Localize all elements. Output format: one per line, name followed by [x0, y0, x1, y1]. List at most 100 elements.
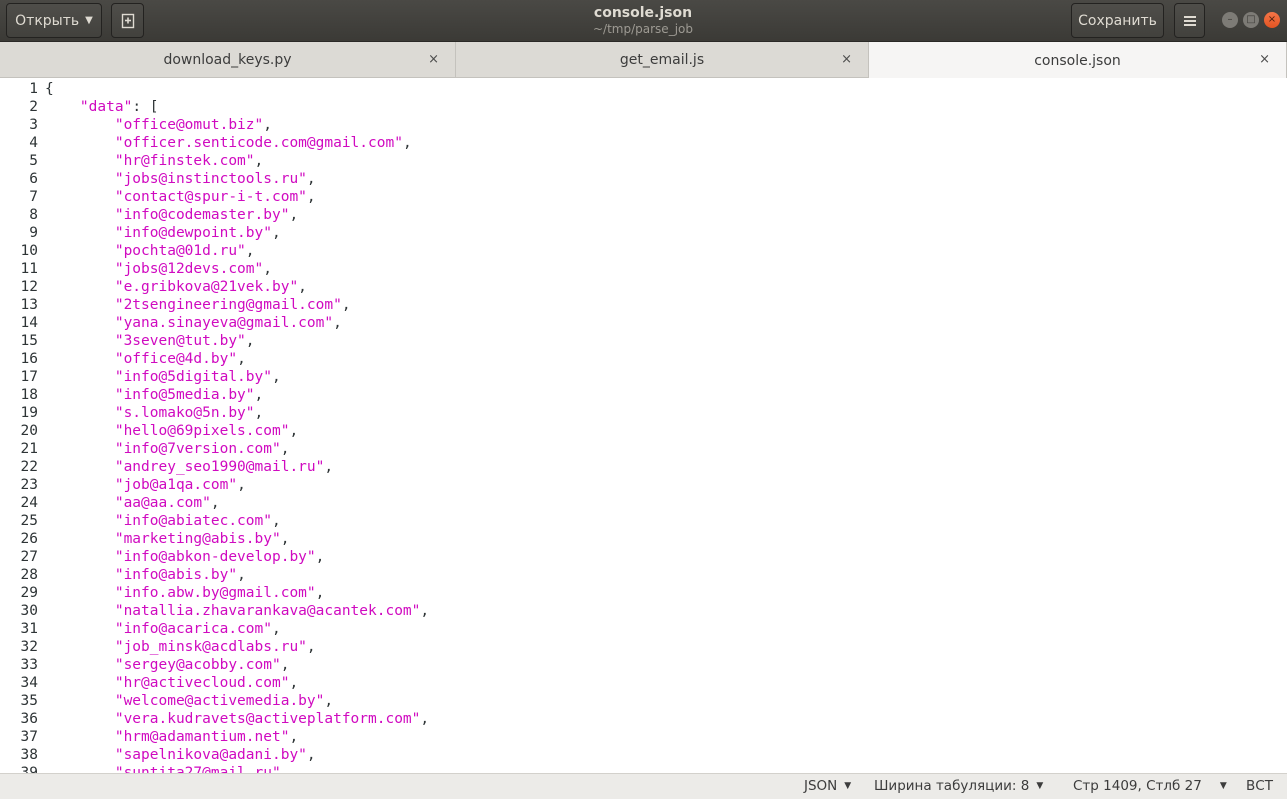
chevron-down-icon: ▼: [1219, 781, 1227, 791]
code-line: 27 "info@abkon-develop.by",: [0, 548, 1287, 566]
code-line: 10 "pochta@01d.ru",: [0, 242, 1287, 260]
code-line: 18 "info@5media.by",: [0, 386, 1287, 404]
tab-width-selector[interactable]: Ширина табуляции: 8 ▼: [874, 778, 1043, 794]
code-line: 15 "3seven@tut.by",: [0, 332, 1287, 350]
code-line: 19 "s.lomako@5n.by",: [0, 404, 1287, 422]
line-code: "hr@finstek.com",: [114, 153, 264, 169]
tab-console-json[interactable]: console.json ×: [869, 42, 1287, 79]
tab-label: get_email.js: [619, 52, 705, 68]
chevron-down-icon: ▼: [844, 781, 852, 791]
save-button[interactable]: Сохранить: [1071, 3, 1164, 38]
tab-label: console.json: [1034, 52, 1121, 69]
code-editor[interactable]: 1{2 "data": [3 "office@omut.biz", 4 "offi…: [0, 78, 1287, 773]
insert-mode-indicator[interactable]: ВСТ: [1246, 778, 1273, 794]
code-line: 4 "officer.senticode.com@gmail.com",: [0, 134, 1287, 152]
window-title: console.json: [593, 5, 693, 21]
line-number: 24: [20, 495, 38, 511]
line-code: "jobs@instinctools.ru",: [114, 171, 316, 187]
line-number: 7: [29, 189, 38, 205]
open-button-label: Открыть: [15, 12, 80, 29]
menu-button[interactable]: [1174, 3, 1205, 38]
code-line: 31 "info@acarica.com",: [0, 620, 1287, 638]
window-title-area: console.json ~/tmp/parse_job: [443, 5, 843, 37]
line-number: 25: [20, 513, 38, 529]
tab-close-icon[interactable]: ×: [428, 52, 439, 67]
line-code: "hrm@adamantium.net",: [114, 729, 299, 745]
line-code: "info@5digital.by",: [114, 369, 281, 385]
code-line: 34 "hr@activecloud.com",: [0, 674, 1287, 692]
code-line: 13 "2tsengineering@gmail.com",: [0, 296, 1287, 314]
code-line: 32 "job_minsk@acdlabs.ru",: [0, 638, 1287, 656]
tab-close-icon[interactable]: ×: [1259, 52, 1270, 67]
line-code: "job_minsk@acdlabs.ru",: [114, 639, 316, 655]
line-code: "vera.kudravets@activeplatform.com",: [114, 711, 430, 727]
code-line: 11 "jobs@12devs.com",: [0, 260, 1287, 278]
cursor-position-selector[interactable]: Стр 1409, Стлб 27 ▼: [1073, 778, 1227, 794]
new-document-button[interactable]: [111, 3, 144, 38]
line-code: "e.gribkova@21vek.by",: [114, 279, 307, 295]
line-code: "office@4d.by",: [114, 351, 246, 367]
line-number: 18: [20, 387, 38, 403]
line-code: "info@dewpoint.by",: [114, 225, 281, 241]
line-code: "andrey_seo1990@mail.ru",: [114, 459, 334, 475]
code-line: 8 "info@codemaster.by",: [0, 206, 1287, 224]
language-selector[interactable]: JSON ▼: [804, 778, 851, 794]
line-number: 15: [20, 333, 38, 349]
code-line: 12 "e.gribkova@21vek.by",: [0, 278, 1287, 296]
code-line: 23 "job@a1qa.com",: [0, 476, 1287, 494]
minimize-window-icon[interactable]: –: [1222, 12, 1238, 28]
line-number: 34: [20, 675, 38, 691]
line-number: 26: [20, 531, 38, 547]
header-bar: Открыть ▼ console.json ~/tmp/parse_job С…: [0, 0, 1287, 42]
line-code: "officer.senticode.com@gmail.com",: [114, 135, 412, 151]
line-number: 12: [20, 279, 38, 295]
insert-mode-label: ВСТ: [1246, 778, 1273, 794]
line-number: 32: [20, 639, 38, 655]
line-code: "job@a1qa.com",: [114, 477, 246, 493]
code-line: 39 "suntita27@mail.ru",: [0, 764, 1287, 773]
line-number: 8: [29, 207, 38, 223]
line-number: 1: [29, 81, 38, 97]
tab-width-label: Ширина табуляции: 8: [874, 778, 1030, 794]
hamburger-menu-icon: [1183, 15, 1196, 26]
code-line: 38 "sapelnikova@adani.by",: [0, 746, 1287, 764]
line-number: 22: [20, 459, 38, 475]
line-number: 39: [20, 765, 38, 773]
open-button[interactable]: Открыть ▼: [6, 3, 102, 38]
code-line: 28 "info@abis.by",: [0, 566, 1287, 584]
line-code: "info@abis.by",: [114, 567, 246, 583]
line-number: 13: [20, 297, 38, 313]
line-code: "info@5media.by",: [114, 387, 264, 403]
tab-download-keys[interactable]: download_keys.py ×: [0, 42, 456, 78]
line-code: "info@abiatec.com",: [114, 513, 281, 529]
maximize-window-icon[interactable]: □: [1243, 12, 1259, 28]
line-number: 31: [20, 621, 38, 637]
line-number: 28: [20, 567, 38, 583]
tab-bar: download_keys.py × get_email.js × consol…: [0, 42, 1287, 79]
code-line: 7 "contact@spur-i-t.com",: [0, 188, 1287, 206]
line-code: "jobs@12devs.com",: [114, 261, 272, 277]
close-window-icon[interactable]: ×: [1264, 12, 1280, 28]
cursor-position-label: Стр 1409, Стлб 27: [1073, 778, 1202, 794]
code-line: 6 "jobs@instinctools.ru",: [0, 170, 1287, 188]
line-code: "welcome@activemedia.by",: [114, 693, 334, 709]
code-line: 5 "hr@finstek.com",: [0, 152, 1287, 170]
tab-get-email[interactable]: get_email.js ×: [456, 42, 869, 78]
tab-close-icon[interactable]: ×: [841, 52, 852, 67]
window-subtitle: ~/tmp/parse_job: [593, 22, 693, 36]
line-number: 38: [20, 747, 38, 763]
line-number: 11: [20, 261, 38, 277]
line-code: "hr@activecloud.com",: [114, 675, 299, 691]
line-number: 29: [20, 585, 38, 601]
line-code: "natallia.zhavarankava@acantek.com",: [114, 603, 430, 619]
chevron-down-icon: ▼: [1036, 781, 1044, 791]
code-line: 14 "yana.sinayeva@gmail.com",: [0, 314, 1287, 332]
line-code: "yana.sinayeva@gmail.com",: [114, 315, 342, 331]
line-number: 30: [20, 603, 38, 619]
tab-label: download_keys.py: [163, 52, 292, 68]
line-code: "sapelnikova@adani.by",: [114, 747, 316, 763]
status-bar: JSON ▼ Ширина табуляции: 8 ▼ Стр 1409, С…: [0, 773, 1287, 799]
line-code: "contact@spur-i-t.com",: [114, 189, 316, 205]
line-number: 19: [20, 405, 38, 421]
line-number: 4: [29, 135, 38, 151]
